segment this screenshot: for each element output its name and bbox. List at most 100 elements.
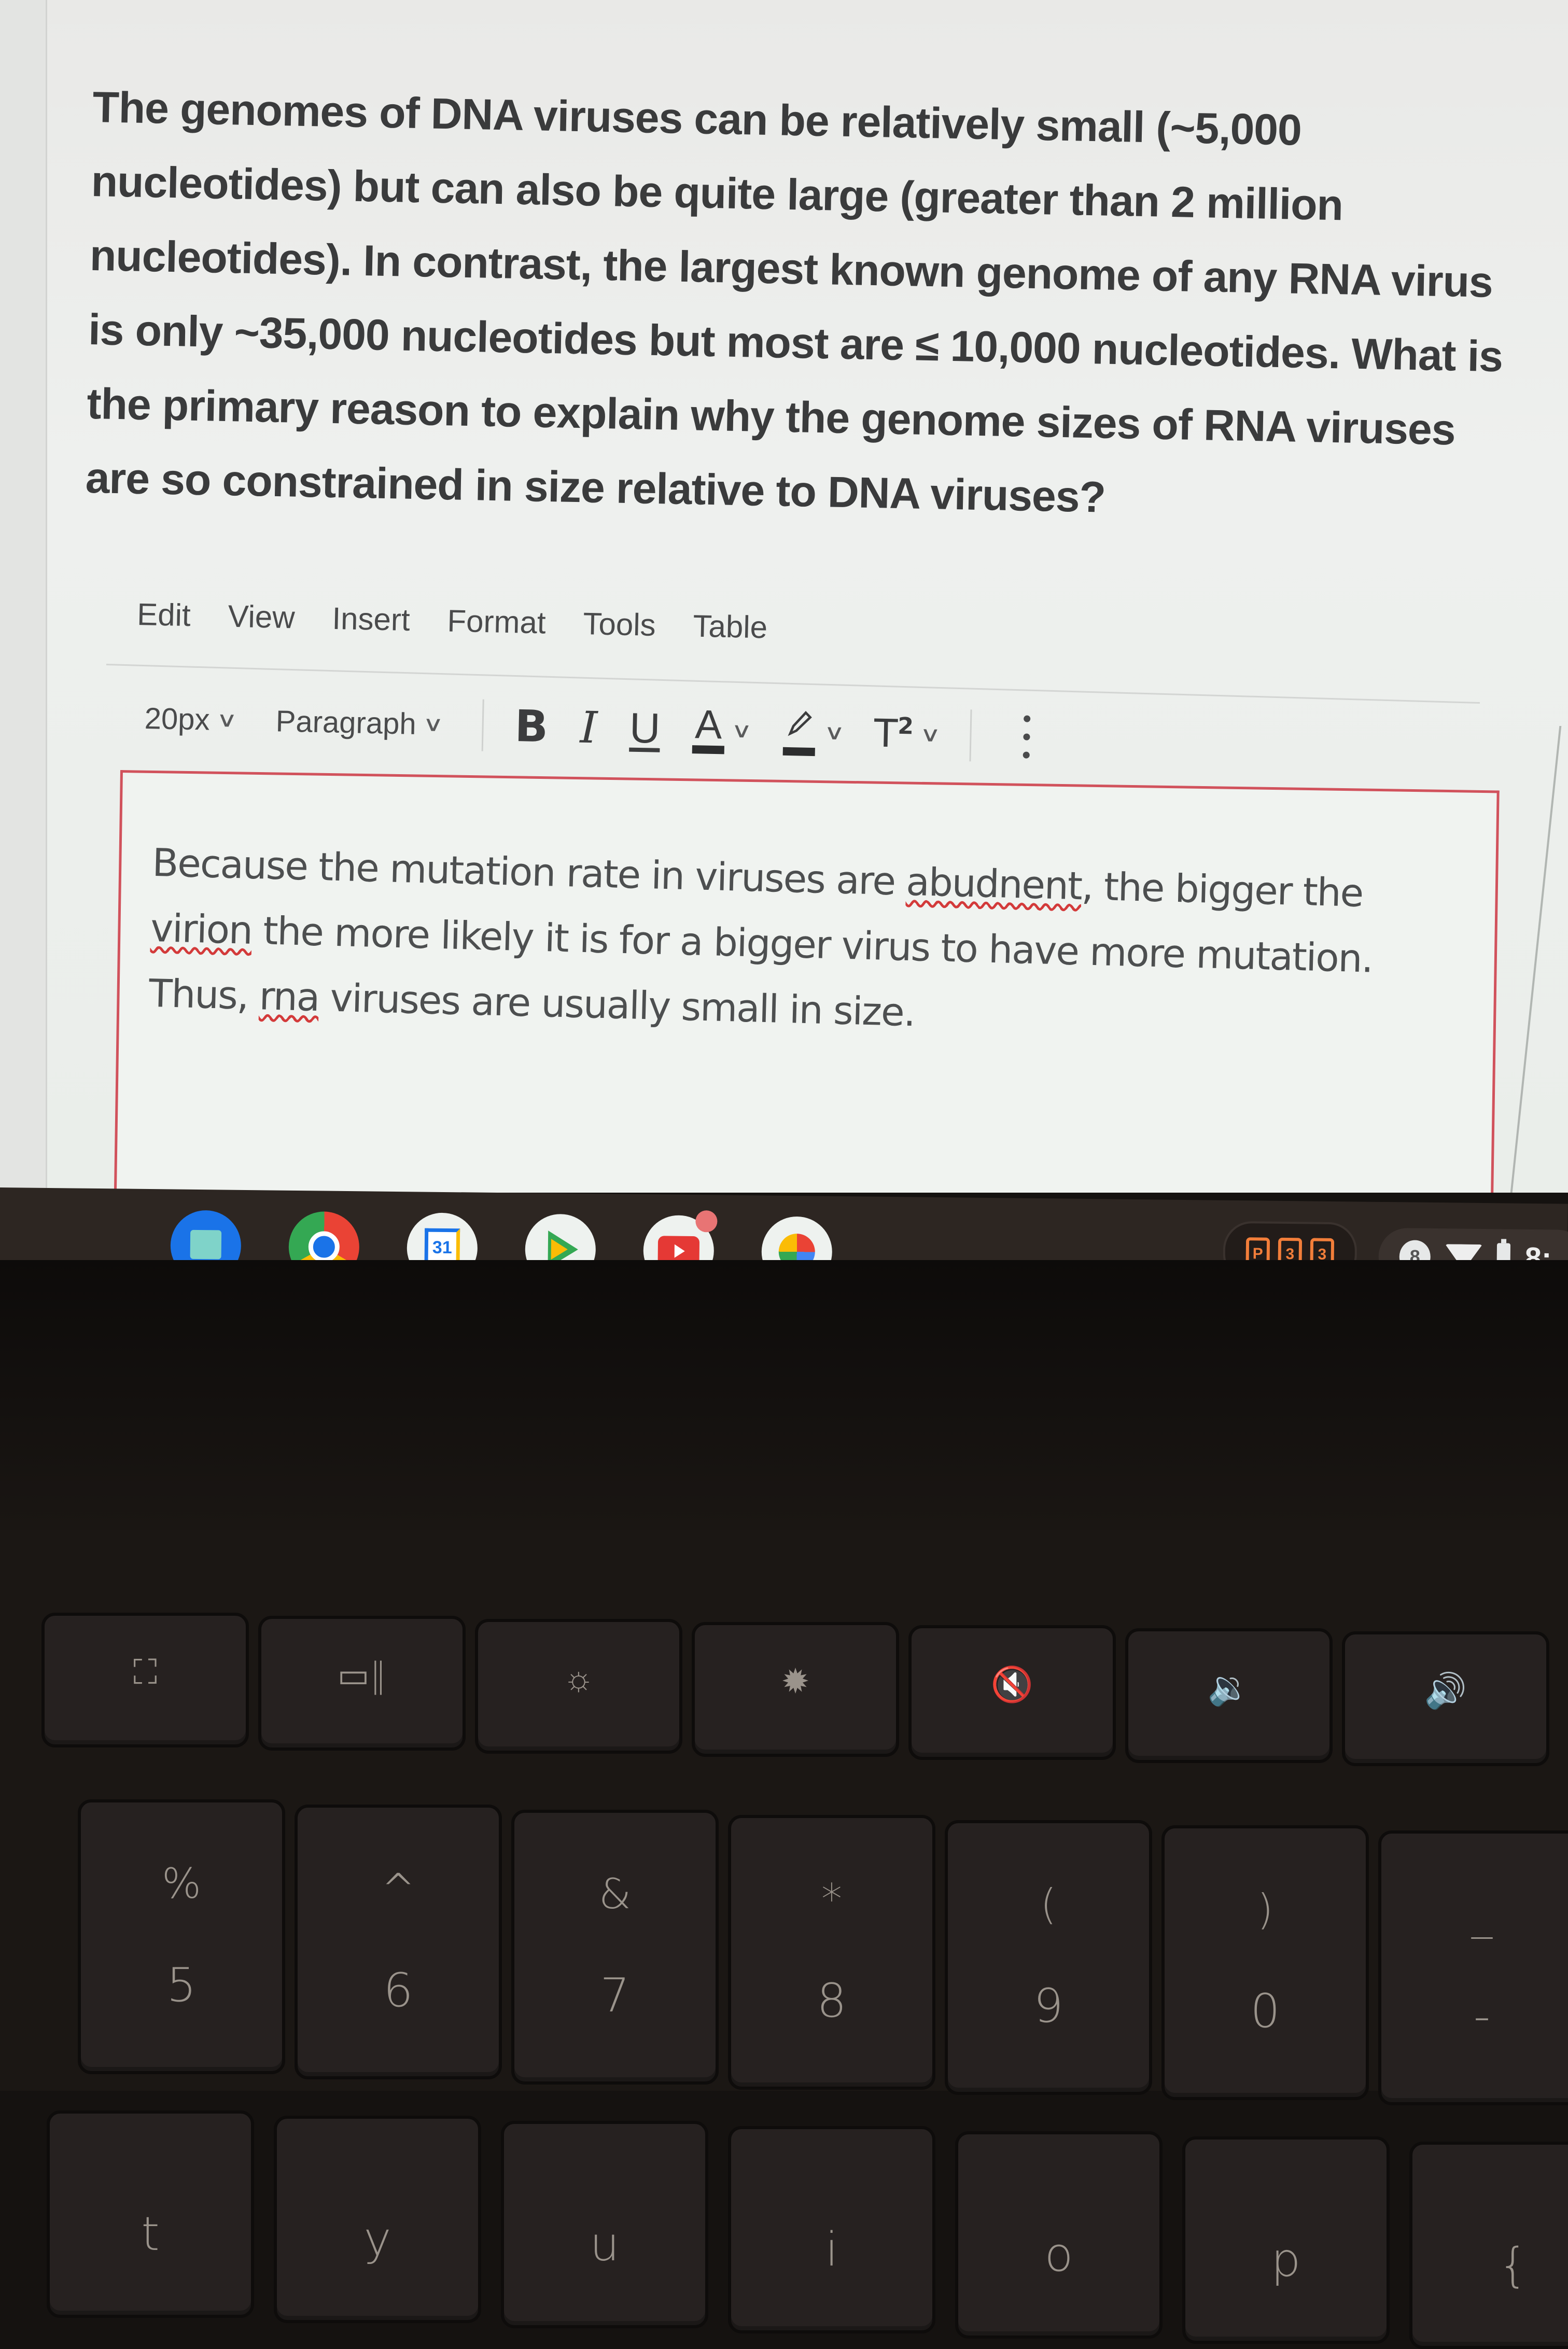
superscript-button[interactable]: T2 ∨ xyxy=(874,711,941,757)
browser-screen: The genomes of DNA viruses can be relati… xyxy=(0,0,1568,1193)
key-6[interactable]: ^ 6 xyxy=(295,1805,502,2079)
key-p[interactable]: p xyxy=(1182,2136,1390,2344)
font-size-select[interactable]: 20px ∨ xyxy=(144,701,238,737)
key-o[interactable]: o xyxy=(955,2131,1163,2339)
text-color-glyph: A xyxy=(694,701,723,748)
highlighter-glyph xyxy=(788,711,812,736)
left-rail xyxy=(0,0,47,1193)
highlight-color-button[interactable]: ∨ xyxy=(781,708,845,757)
chevron-down-icon: ∨ xyxy=(216,708,238,732)
menu-format[interactable]: Format xyxy=(447,603,546,641)
menu-insert[interactable]: Insert xyxy=(332,600,410,638)
chevron-down-icon: ∨ xyxy=(422,712,444,736)
key-main-label: 9 xyxy=(1033,1979,1063,2033)
editor-toolbar: 20px ∨ Paragraph ∨ B I U A ∨ ∨ T2 ∨ xyxy=(144,690,1031,765)
mute-key[interactable]: 🔇 xyxy=(908,1625,1116,1760)
key-main-label: 5 xyxy=(166,1958,197,2012)
brightness-down-icon: ☼ xyxy=(563,1658,595,1698)
key-main-label: 7 xyxy=(600,1968,630,2023)
misspelled-word[interactable]: rna xyxy=(259,974,320,1020)
menu-table[interactable]: Table xyxy=(693,608,768,645)
key-y[interactable]: y xyxy=(274,2116,481,2323)
key-main-label: - xyxy=(1473,1989,1491,2044)
superscript-glyph: T xyxy=(873,711,898,757)
answer-segment: viruses are usually small in size. xyxy=(318,975,916,1036)
text-color-button[interactable]: A ∨ xyxy=(692,701,752,754)
bold-icon: B xyxy=(514,700,549,752)
key-8[interactable]: * 8 xyxy=(728,1815,935,2090)
highlight-color-swatch xyxy=(782,747,815,757)
key-shift-label: ) xyxy=(1257,1885,1273,1934)
underline-button[interactable]: U xyxy=(629,704,661,753)
text-color-swatch xyxy=(692,745,724,754)
font-size-value: 20px xyxy=(144,701,211,737)
editor-menubar: Edit View Insert Format Tools Table xyxy=(137,596,805,646)
laptop-bezel xyxy=(0,1260,1568,1530)
key-shift-label: % xyxy=(161,1859,201,1908)
volume-down-icon: 🔉 xyxy=(1207,1668,1251,1708)
key-{[interactable]: { xyxy=(1409,2142,1568,2349)
answer-segment: , the bigger the xyxy=(1081,864,1364,916)
chevron-down-icon[interactable]: ∨ xyxy=(731,719,752,743)
key-i[interactable]: i xyxy=(728,2126,935,2333)
key-shift-label: ^ xyxy=(381,1865,416,1913)
answer-editor[interactable]: Because the mutation rate in viruses are… xyxy=(113,770,1500,1193)
brightness-down-key[interactable]: ☼ xyxy=(475,1619,682,1754)
key--[interactable]: _ - xyxy=(1378,1830,1568,2105)
chevron-down-icon[interactable]: ∨ xyxy=(919,722,941,747)
overview-icon: ▭‖ xyxy=(337,1655,387,1695)
toolbar-separator xyxy=(481,699,484,751)
block-format-value: Paragraph xyxy=(275,704,417,741)
key-7[interactable]: & 7 xyxy=(511,1810,719,2085)
text-color-icon: A xyxy=(692,701,725,754)
key-u[interactable]: u xyxy=(501,2121,708,2328)
key-main-label: o xyxy=(1044,2228,1073,2282)
misspelled-word[interactable]: abudnent xyxy=(905,860,1082,909)
key-shift-label: _ xyxy=(1472,1891,1492,1939)
menu-tools[interactable]: Tools xyxy=(583,606,656,643)
block-format-select[interactable]: Paragraph ∨ xyxy=(275,704,444,742)
key-main-label: i xyxy=(825,2222,838,2277)
key-0[interactable]: ) 0 xyxy=(1161,1825,1369,2100)
fullscreen-key[interactable]: ⛶ xyxy=(41,1613,249,1747)
italic-icon: I xyxy=(579,702,598,753)
mute-icon: 🔇 xyxy=(990,1665,1034,1704)
volume-up-key[interactable]: 🔊 xyxy=(1342,1631,1549,1766)
answer-text[interactable]: Because the mutation rate in viruses are… xyxy=(148,830,1460,1059)
bold-button[interactable]: B xyxy=(514,701,549,752)
brightness-up-icon: ✹ xyxy=(781,1661,810,1701)
superscript-icon: T2 xyxy=(874,711,914,757)
misspelled-word[interactable]: virion xyxy=(150,906,253,953)
toolbar-separator xyxy=(969,709,972,762)
key-main-label: 8 xyxy=(817,1974,847,2028)
key-main-label: u xyxy=(590,2217,620,2272)
superscript-mark: 2 xyxy=(897,712,914,740)
key-main-label: 0 xyxy=(1250,1984,1280,2038)
key-shift-label: ( xyxy=(1040,1880,1057,1928)
fullscreen-icon: ⛶ xyxy=(133,1652,158,1692)
keyboard: ⛶▭‖☼✹🔇🔉🔊%5^6&7*8(9)0_-+=tyuiop{ xyxy=(0,1530,1568,2349)
overview-key[interactable]: ▭‖ xyxy=(258,1616,466,1751)
key-main-label: p xyxy=(1271,2233,1301,2287)
notification-badge xyxy=(695,1210,718,1233)
key-main-label: { xyxy=(1498,2238,1528,2292)
menu-view[interactable]: View xyxy=(228,598,295,636)
key-t[interactable]: t xyxy=(47,2110,254,2318)
key-5[interactable]: % 5 xyxy=(78,1799,285,2074)
italic-button[interactable]: I xyxy=(580,702,598,753)
key-shift-label: * xyxy=(821,1875,842,1923)
volume-up-icon: 🔊 xyxy=(1424,1671,1467,1711)
key-main-label: t xyxy=(141,2207,160,2261)
key-9[interactable]: (9 xyxy=(945,1820,1152,2095)
answer-segment: Because the mutation rate in viruses are xyxy=(151,840,907,904)
underline-icon: U xyxy=(629,704,661,752)
question-text: The genomes of DNA viruses can be relati… xyxy=(85,82,1503,522)
key-shift-label: & xyxy=(598,1870,632,1918)
menu-edit[interactable]: Edit xyxy=(137,596,191,633)
volume-down-key[interactable]: 🔉 xyxy=(1125,1628,1333,1763)
chevron-down-icon[interactable]: ∨ xyxy=(823,720,845,745)
brightness-up-key[interactable]: ✹ xyxy=(692,1622,899,1757)
key-main-label: 6 xyxy=(383,1963,413,2018)
highlighter-icon xyxy=(781,708,818,757)
more-options-icon[interactable] xyxy=(1023,709,1031,764)
